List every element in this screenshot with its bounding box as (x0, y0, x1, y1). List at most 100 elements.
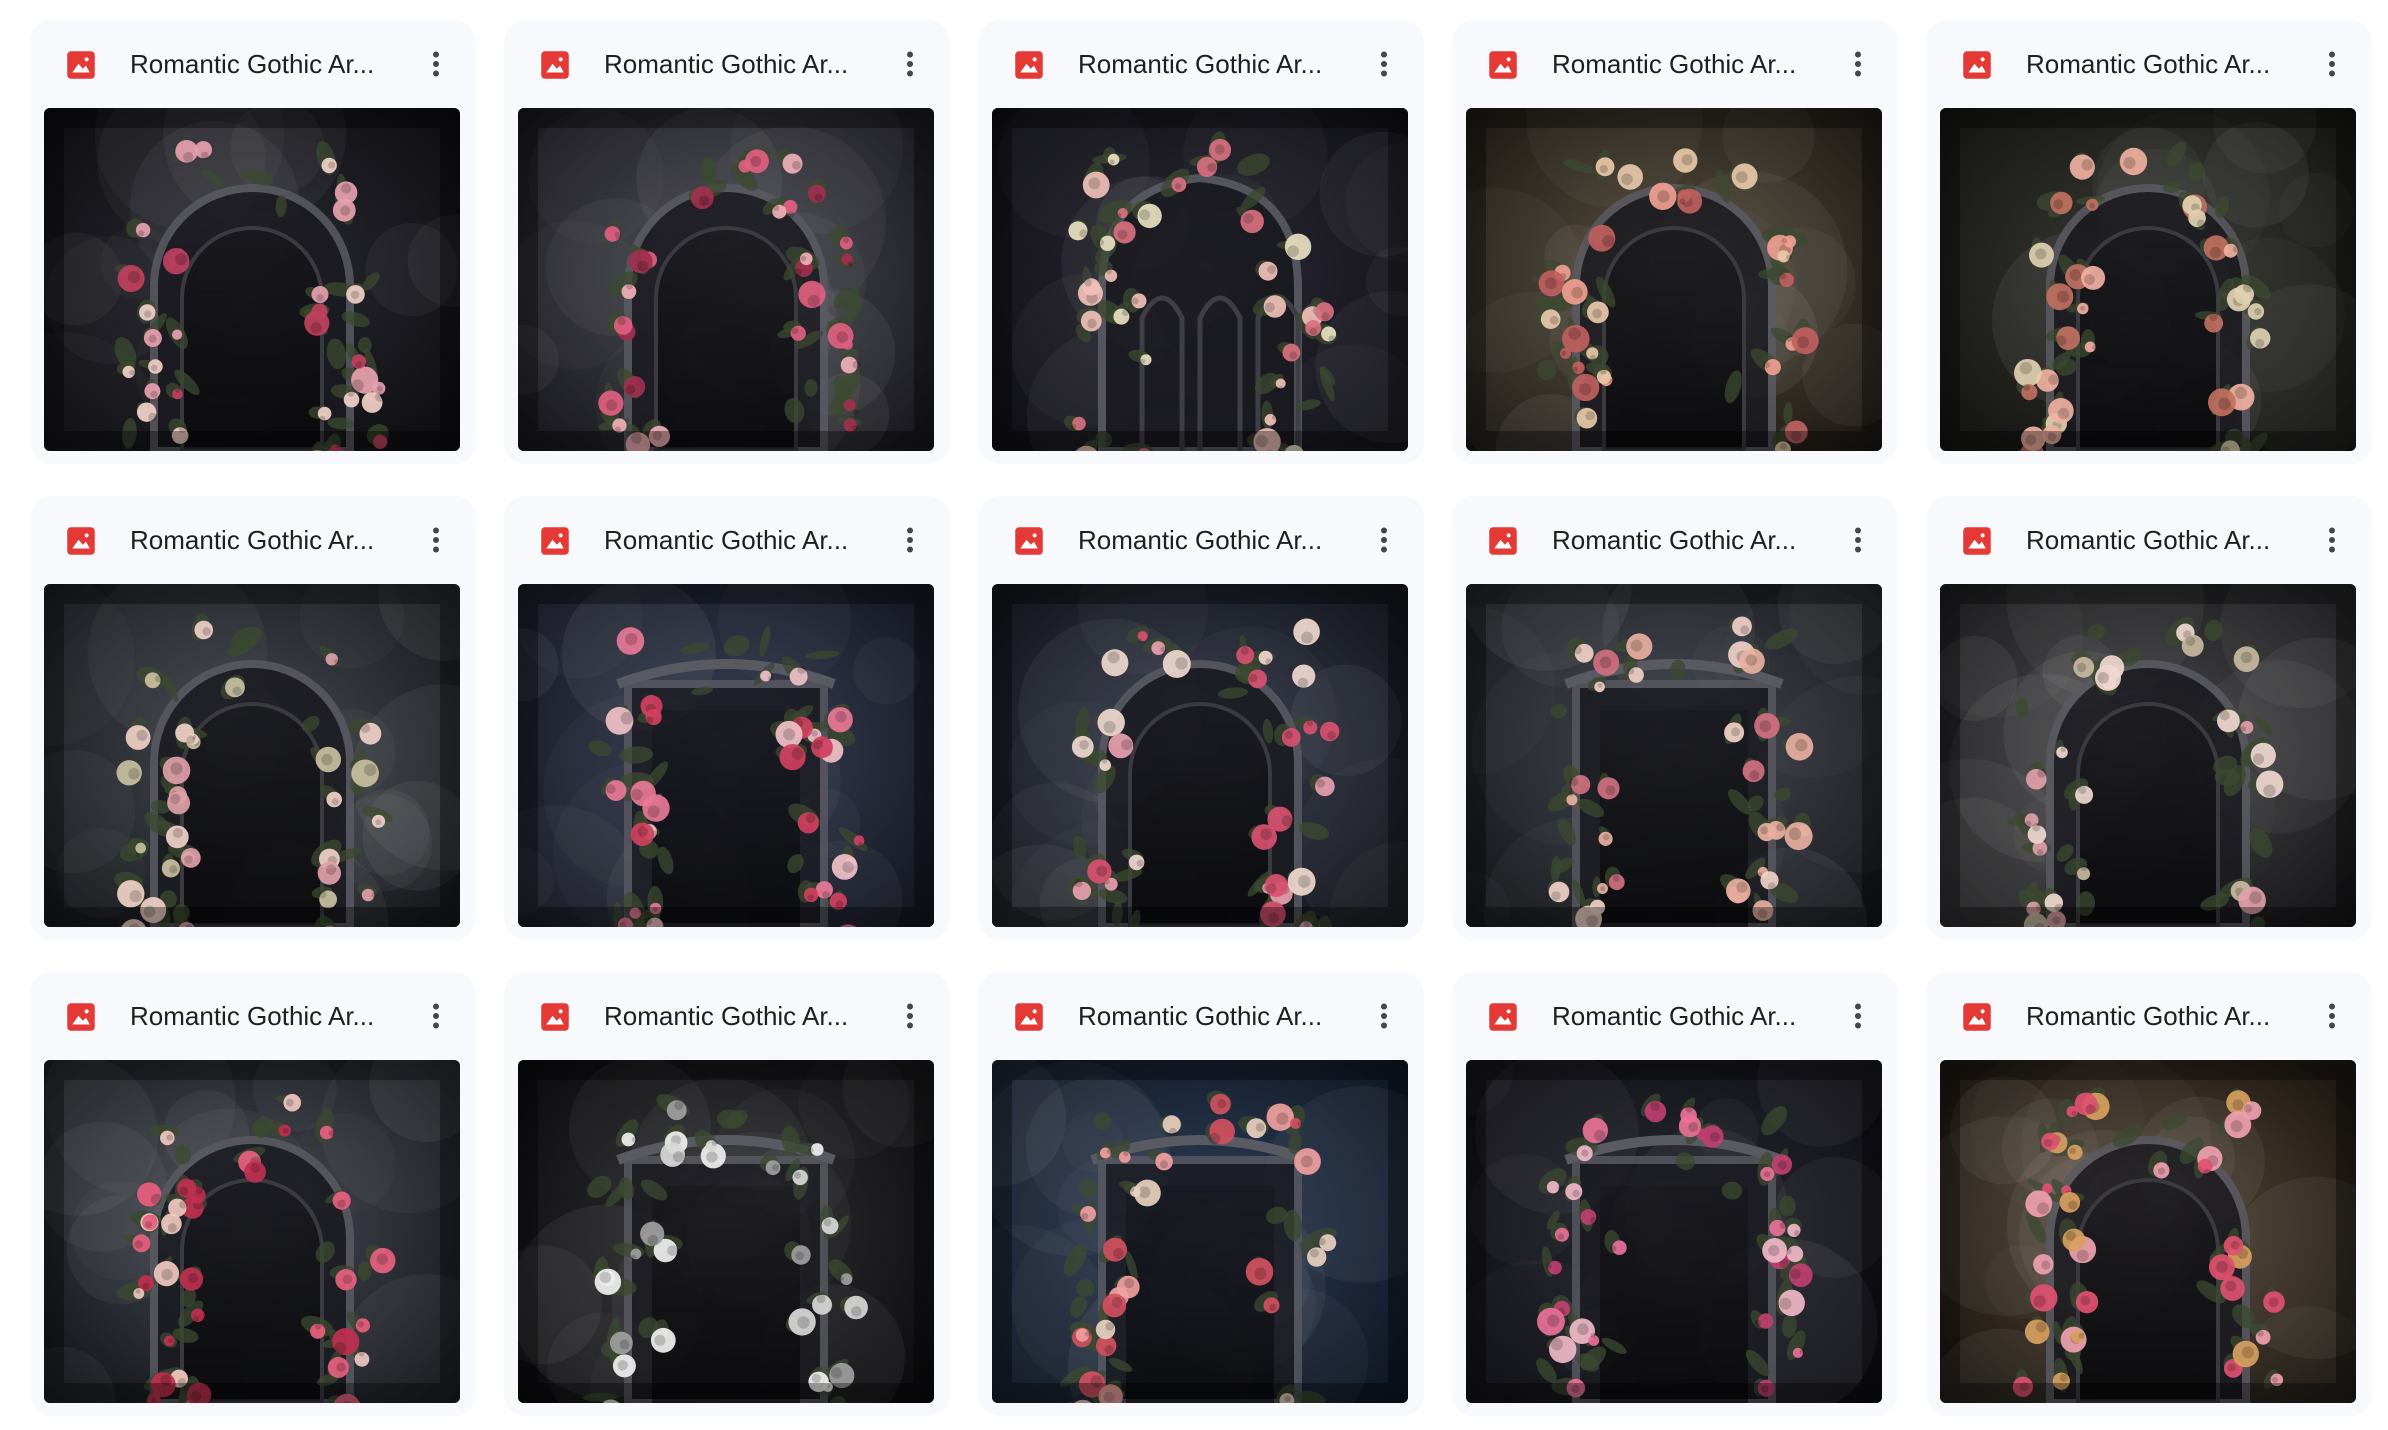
file-card-12[interactable]: Romantic Gothic Ar... (504, 972, 950, 1416)
more-vert-icon (907, 527, 913, 553)
image-file-icon (1015, 527, 1043, 555)
more-options-button[interactable] (2312, 44, 2352, 84)
file-thumbnail[interactable] (1940, 108, 2356, 451)
file-name: Romantic Gothic Ar... (2026, 49, 2271, 79)
more-options-button[interactable] (2312, 520, 2352, 560)
more-options-button[interactable] (1838, 520, 1878, 560)
file-card-14[interactable]: Romantic Gothic Ar... (1452, 972, 1898, 1416)
more-vert-icon (907, 1003, 913, 1029)
more-vert-icon (433, 1003, 439, 1029)
more-vert-icon (1381, 1003, 1387, 1029)
more-vert-icon (433, 51, 439, 77)
file-card-10[interactable]: Romantic Gothic Ar... (1926, 496, 2372, 940)
file-card-4[interactable]: Romantic Gothic Ar... (1452, 20, 1898, 464)
more-vert-icon (907, 51, 913, 77)
file-name: Romantic Gothic Ar... (1552, 1001, 1797, 1031)
more-options-button[interactable] (1838, 996, 1878, 1036)
file-thumbnail[interactable] (1466, 1060, 1882, 1403)
more-options-button[interactable] (416, 44, 456, 84)
more-options-button[interactable] (890, 996, 930, 1036)
more-vert-icon (2329, 51, 2335, 77)
file-name: Romantic Gothic Ar... (130, 49, 375, 79)
file-card-header: Romantic Gothic Ar... (978, 20, 1424, 106)
file-card-9[interactable]: Romantic Gothic Ar... (1452, 496, 1898, 940)
file-name: Romantic Gothic Ar... (2026, 525, 2271, 555)
image-file-icon (541, 1003, 569, 1031)
file-name: Romantic Gothic Ar... (1078, 1001, 1323, 1031)
file-card-header: Romantic Gothic Ar... (1926, 20, 2372, 106)
more-vert-icon (1381, 527, 1387, 553)
file-thumbnail[interactable] (518, 584, 934, 927)
file-thumbnail[interactable] (44, 1060, 460, 1403)
file-card-header: Romantic Gothic Ar... (978, 972, 1424, 1058)
image-file-icon (541, 51, 569, 79)
file-card-13[interactable]: Romantic Gothic Ar... (978, 972, 1424, 1416)
more-vert-icon (2329, 527, 2335, 553)
image-file-icon (1963, 51, 1991, 79)
file-card-5[interactable]: Romantic Gothic Ar... (1926, 20, 2372, 464)
file-card-header: Romantic Gothic Ar... (978, 496, 1424, 582)
file-name: Romantic Gothic Ar... (604, 525, 849, 555)
more-options-button[interactable] (890, 44, 930, 84)
file-card-header: Romantic Gothic Ar... (504, 496, 950, 582)
file-name: Romantic Gothic Ar... (130, 1001, 375, 1031)
file-thumbnail[interactable] (1940, 584, 2356, 927)
image-file-icon (1015, 51, 1043, 79)
file-card-11[interactable]: Romantic Gothic Ar... (30, 972, 476, 1416)
file-grid: Romantic Gothic Ar... Romantic Gothic Ar… (30, 20, 2372, 1416)
file-card-header: Romantic Gothic Ar... (1452, 496, 1898, 582)
more-vert-icon (1855, 1003, 1861, 1029)
image-file-icon (67, 1003, 95, 1031)
more-options-button[interactable] (1364, 44, 1404, 84)
file-thumbnail[interactable] (1940, 1060, 2356, 1403)
image-file-icon (541, 527, 569, 555)
file-thumbnail[interactable] (992, 108, 1408, 451)
file-thumbnail[interactable] (44, 108, 460, 451)
more-vert-icon (1381, 51, 1387, 77)
more-vert-icon (433, 527, 439, 553)
image-file-icon (1489, 51, 1517, 79)
file-name: Romantic Gothic Ar... (2026, 1001, 2271, 1031)
image-file-icon (1963, 527, 1991, 555)
file-card-7[interactable]: Romantic Gothic Ar... (504, 496, 950, 940)
more-vert-icon (2329, 1003, 2335, 1029)
file-name: Romantic Gothic Ar... (1552, 525, 1797, 555)
file-card-6[interactable]: Romantic Gothic Ar... (30, 496, 476, 940)
file-name: Romantic Gothic Ar... (130, 525, 375, 555)
file-name: Romantic Gothic Ar... (604, 49, 849, 79)
file-thumbnail[interactable] (992, 584, 1408, 927)
file-card-header: Romantic Gothic Ar... (1926, 496, 2372, 582)
file-thumbnail[interactable] (518, 108, 934, 451)
file-card-header: Romantic Gothic Ar... (504, 972, 950, 1058)
more-options-button[interactable] (890, 520, 930, 560)
more-options-button[interactable] (416, 520, 456, 560)
file-thumbnail[interactable] (1466, 584, 1882, 927)
file-card-header: Romantic Gothic Ar... (504, 20, 950, 106)
file-card-header: Romantic Gothic Ar... (30, 496, 476, 582)
image-file-icon (67, 527, 95, 555)
more-options-button[interactable] (416, 996, 456, 1036)
file-thumbnail[interactable] (1466, 108, 1882, 451)
more-options-button[interactable] (1838, 44, 1878, 84)
file-card-8[interactable]: Romantic Gothic Ar... (978, 496, 1424, 940)
more-options-button[interactable] (2312, 996, 2352, 1036)
file-card-3[interactable]: Romantic Gothic Ar... (978, 20, 1424, 464)
more-vert-icon (1855, 51, 1861, 77)
image-file-icon (1489, 527, 1517, 555)
file-name: Romantic Gothic Ar... (1552, 49, 1797, 79)
more-vert-icon (1855, 527, 1861, 553)
file-card-header: Romantic Gothic Ar... (1926, 972, 2372, 1058)
image-file-icon (67, 51, 95, 79)
more-options-button[interactable] (1364, 520, 1404, 560)
file-card-2[interactable]: Romantic Gothic Ar... (504, 20, 950, 464)
file-card-header: Romantic Gothic Ar... (1452, 20, 1898, 106)
more-options-button[interactable] (1364, 996, 1404, 1036)
file-name: Romantic Gothic Ar... (1078, 49, 1323, 79)
file-card-15[interactable]: Romantic Gothic Ar... (1926, 972, 2372, 1416)
file-thumbnail[interactable] (992, 1060, 1408, 1403)
file-thumbnail[interactable] (518, 1060, 934, 1403)
file-card-1[interactable]: Romantic Gothic Ar... (30, 20, 476, 464)
image-file-icon (1963, 1003, 1991, 1031)
file-card-header: Romantic Gothic Ar... (30, 20, 476, 106)
file-thumbnail[interactable] (44, 584, 460, 927)
